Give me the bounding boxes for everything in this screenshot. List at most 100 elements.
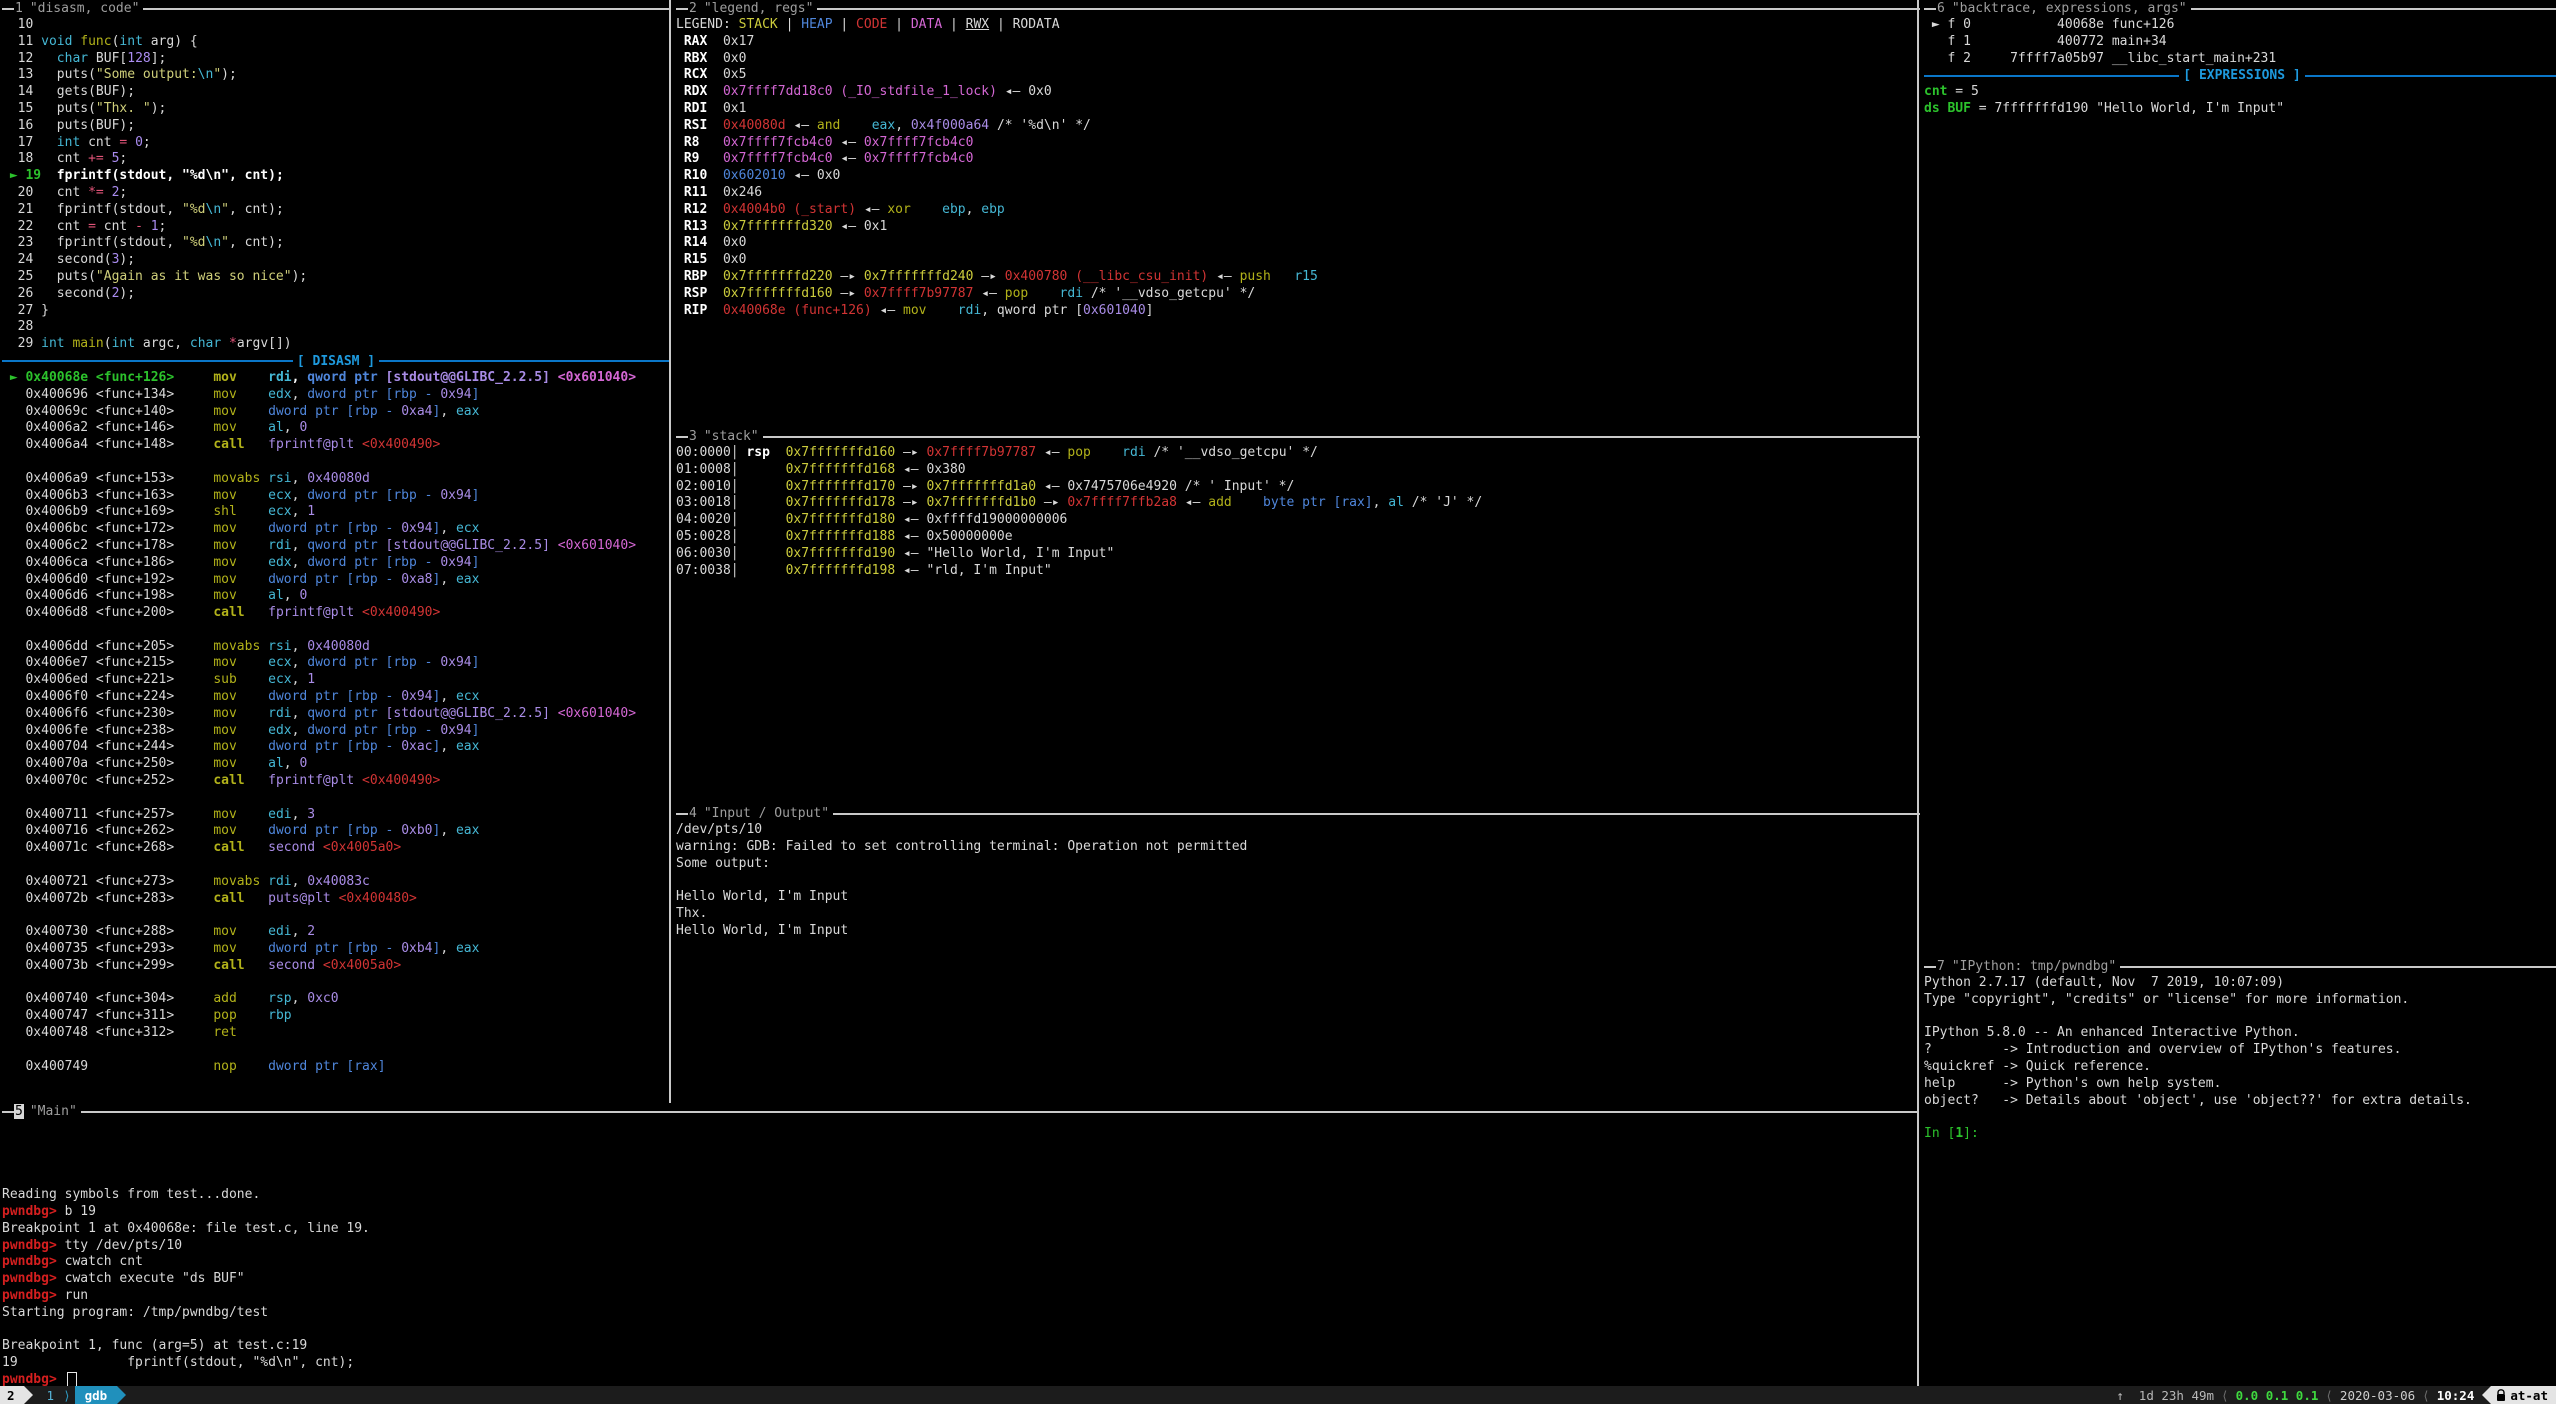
terminal-line: Hello World, I'm Input (676, 923, 1920, 940)
terminal-line: 00:0000│ rsp 0x7fffffffd160 —▸ 0x7ffff7b… (676, 445, 1920, 462)
terminal-line: 29 int main(int argc, char *argv[]) (2, 336, 670, 353)
tmux-screen: { "panes": { "p1": { "num": "1", "title"… (0, 0, 2556, 1404)
pane-registers[interactable]: 2"legend, regs" LEGEND: STACK | HEAP | C… (672, 0, 1920, 428)
terminal-line: RCX 0x5 (676, 67, 1920, 84)
terminal-line: Python 2.7.17 (default, Nov 7 2019, 10:0… (1924, 975, 2556, 992)
terminal-line: pwndbg> b 19 (2, 1204, 1918, 1221)
terminal-line (2, 1042, 670, 1059)
chevron-right-icon: ⟩ (59, 1386, 75, 1404)
pane-gdb-main[interactable]: 5"Main" Reading symbols from test...done… (0, 1103, 1918, 1386)
terminal-line: ds BUF = 7fffffffd190 "Hello World, I'm … (1924, 101, 2556, 118)
gdb-console[interactable]: Reading symbols from test...done.pwndbg>… (2, 1120, 1918, 1386)
session-badge[interactable]: 2 (0, 1386, 24, 1404)
pane-backtrace[interactable]: 6"backtrace, expressions, args" ► f 0 40… (1920, 0, 2556, 958)
terminal-line: 0x4006f6 <func+230> mov rdi, qword ptr [… (2, 706, 670, 723)
terminal-line: 17 int cnt = 0; (2, 135, 670, 152)
pane-number: 4 (688, 806, 698, 821)
pane-header: 5"Main" (2, 1103, 1918, 1120)
terminal-line: 13 puts("Some output:\n"); (2, 67, 670, 84)
status-host: at-at (2491, 1386, 2556, 1404)
window-name[interactable]: gdb (75, 1386, 118, 1404)
terminal-line: pwndbg> tty /dev/pts/10 (2, 1238, 1918, 1255)
stack-view: 00:0000│ rsp 0x7fffffffd160 —▸ 0x7ffff7b… (676, 445, 1920, 579)
pane-title: "IPython: tmp/pwndbg" (1946, 959, 2120, 974)
terminal-line (2, 857, 670, 874)
border-line (2, 8, 14, 10)
terminal-line: 0x40073b <func+299> call second <0x4005a… (2, 958, 670, 975)
window-index[interactable]: 1 (33, 1386, 60, 1404)
terminal-line: R11 0x246 (676, 185, 1920, 202)
terminal-line: 0x40069c <func+140> mov dword ptr [rbp -… (2, 404, 670, 421)
pane-disasm-code[interactable]: 1"disasm, code" 10 11 void func(int arg)… (0, 0, 670, 1103)
separator-label: [ EXPRESSIONS ] (2179, 68, 2304, 83)
terminal-line: RDX 0x7ffff7dd18c0 (_IO_stdfile_1_lock) … (676, 84, 1920, 101)
border-line (676, 436, 688, 438)
pane-number: 7 (1936, 959, 1946, 974)
powerline-arrow-icon (24, 1386, 33, 1404)
terminal-line: 0x4006b9 <func+169> shl ecx, 1 (2, 504, 670, 521)
terminal-line: 0x400735 <func+293> mov dword ptr [rbp -… (2, 941, 670, 958)
terminal-line (2, 790, 670, 807)
terminal-line: Starting program: /tmp/pwndbg/test (2, 1305, 1918, 1322)
hostname-label: at-at (2510, 1388, 2548, 1403)
separator-line (2, 360, 293, 362)
terminal-line: 0x400740 <func+304> add rsp, 0xc0 (2, 991, 670, 1008)
pane-io[interactable]: 4"Input / Output" /dev/pts/10warning: GD… (672, 805, 1920, 1103)
terminal-line: 0x4006fe <func+238> mov edx, dword ptr [… (2, 723, 670, 740)
pane-title: "Input / Output" (698, 806, 833, 821)
status-right: ↑ 1d 23h 49m ⟨ 0.0 0.1 0.1 ⟨ 2020-03-06 … (2116, 1386, 2556, 1404)
pane-header: 4"Input / Output" (676, 805, 1920, 822)
terminal-line: Breakpoint 1 at 0x40068e: file test.c, l… (2, 1221, 1918, 1238)
chevron-left-icon: ⟨ (2318, 1386, 2340, 1404)
terminal-line: 0x4006dd <func+205> movabs rsi, 0x40080d (2, 639, 670, 656)
registers: LEGEND: STACK | HEAP | CODE | DATA | RWX… (676, 17, 1920, 319)
pane-title: "backtrace, expressions, args" (1946, 1, 2191, 16)
disasm-listing: ► 0x40068e <func+126> mov rdi, qword ptr… (2, 370, 670, 1075)
separator-label: [ DISASM ] (293, 354, 379, 369)
separator-line (2305, 75, 2556, 77)
border-line (81, 1111, 1918, 1113)
terminal-line: 19 fprintf(stdout, "%d\n", cnt); (2, 1355, 1918, 1372)
terminal-line: f 2 7ffff7a05b97 __libc_start_main+231 (1924, 51, 2556, 68)
terminal-line: pwndbg> cwatch execute "ds BUF" (2, 1271, 1918, 1288)
border-line (2120, 966, 2556, 968)
terminal-line: 0x40072b <func+283> call puts@plt <0x400… (2, 891, 670, 908)
terminal-line: 0x400730 <func+288> mov edi, 2 (2, 924, 670, 941)
terminal-line: 0x4006d8 <func+200> call fprintf@plt <0x… (2, 605, 670, 622)
status-date: 2020-03-06 (2340, 1386, 2415, 1404)
terminal-line: 18 cnt += 5; (2, 151, 670, 168)
pane-border-vertical[interactable] (669, 0, 671, 1103)
terminal-line: 26 second(2); (2, 286, 670, 303)
terminal-line: 0x4006f0 <func+224> mov dword ptr [rbp -… (2, 689, 670, 706)
border-line (833, 813, 1920, 815)
terminal-line (2, 975, 670, 992)
terminal-line: IPython 5.8.0 -- An enhanced Interactive… (1924, 1025, 2556, 1042)
terminal-line: 0x4006c2 <func+178> mov rdi, qword ptr [… (2, 538, 670, 555)
terminal-line: 04:0020│ 0x7fffffffd180 ◂— 0xffffd190000… (676, 512, 1920, 529)
pane-ipython[interactable]: 7"IPython: tmp/pwndbg" Python 2.7.17 (de… (1920, 958, 2556, 1386)
terminal-line: RSP 0x7fffffffd160 —▸ 0x7ffff7b97787 ◂— … (676, 286, 1920, 303)
pane-border-vertical[interactable] (1917, 0, 1919, 1386)
terminal-line: Hello World, I'm Input (676, 889, 1920, 906)
chevron-left-icon: ⟨ (2214, 1386, 2236, 1404)
terminal-line (2, 622, 670, 639)
powerline-arrow-icon (2482, 1386, 2491, 1404)
terminal-line: R10 0x602010 ◂— 0x0 (676, 168, 1920, 185)
border-line (676, 813, 688, 815)
terminal-line: 24 second(3); (2, 252, 670, 269)
terminal-line: 0x400749 nop dword ptr [rax] (2, 1059, 670, 1076)
terminal-line: 0x400748 <func+312> ret (2, 1025, 670, 1042)
terminal-line: R14 0x0 (676, 235, 1920, 252)
terminal-line: 0x400711 <func+257> mov edi, 3 (2, 807, 670, 824)
terminal-line: f 1 400772 main+34 (1924, 34, 2556, 51)
terminal-line: Some output: (676, 856, 1920, 873)
terminal-line: In [1]: (1924, 1126, 2556, 1143)
terminal-line: 06:0030│ 0x7fffffffd190 ◂— "Hello World,… (676, 546, 1920, 563)
terminal-line: 0x400704 <func+244> mov dword ptr [rbp -… (2, 739, 670, 756)
terminal-line: cnt = 5 (1924, 84, 2556, 101)
terminal-line: 0x400716 <func+262> mov dword ptr [rbp -… (2, 823, 670, 840)
terminal-line: 0x40070a <func+250> mov al, 0 (2, 756, 670, 773)
ipython-console[interactable]: Python 2.7.17 (default, Nov 7 2019, 10:0… (1924, 975, 2556, 1143)
pane-stack[interactable]: 3"stack" 00:0000│ rsp 0x7fffffffd160 —▸ … (672, 428, 1920, 805)
expressions: cnt = 5ds BUF = 7fffffffd190 "Hello Worl… (1924, 84, 2556, 118)
